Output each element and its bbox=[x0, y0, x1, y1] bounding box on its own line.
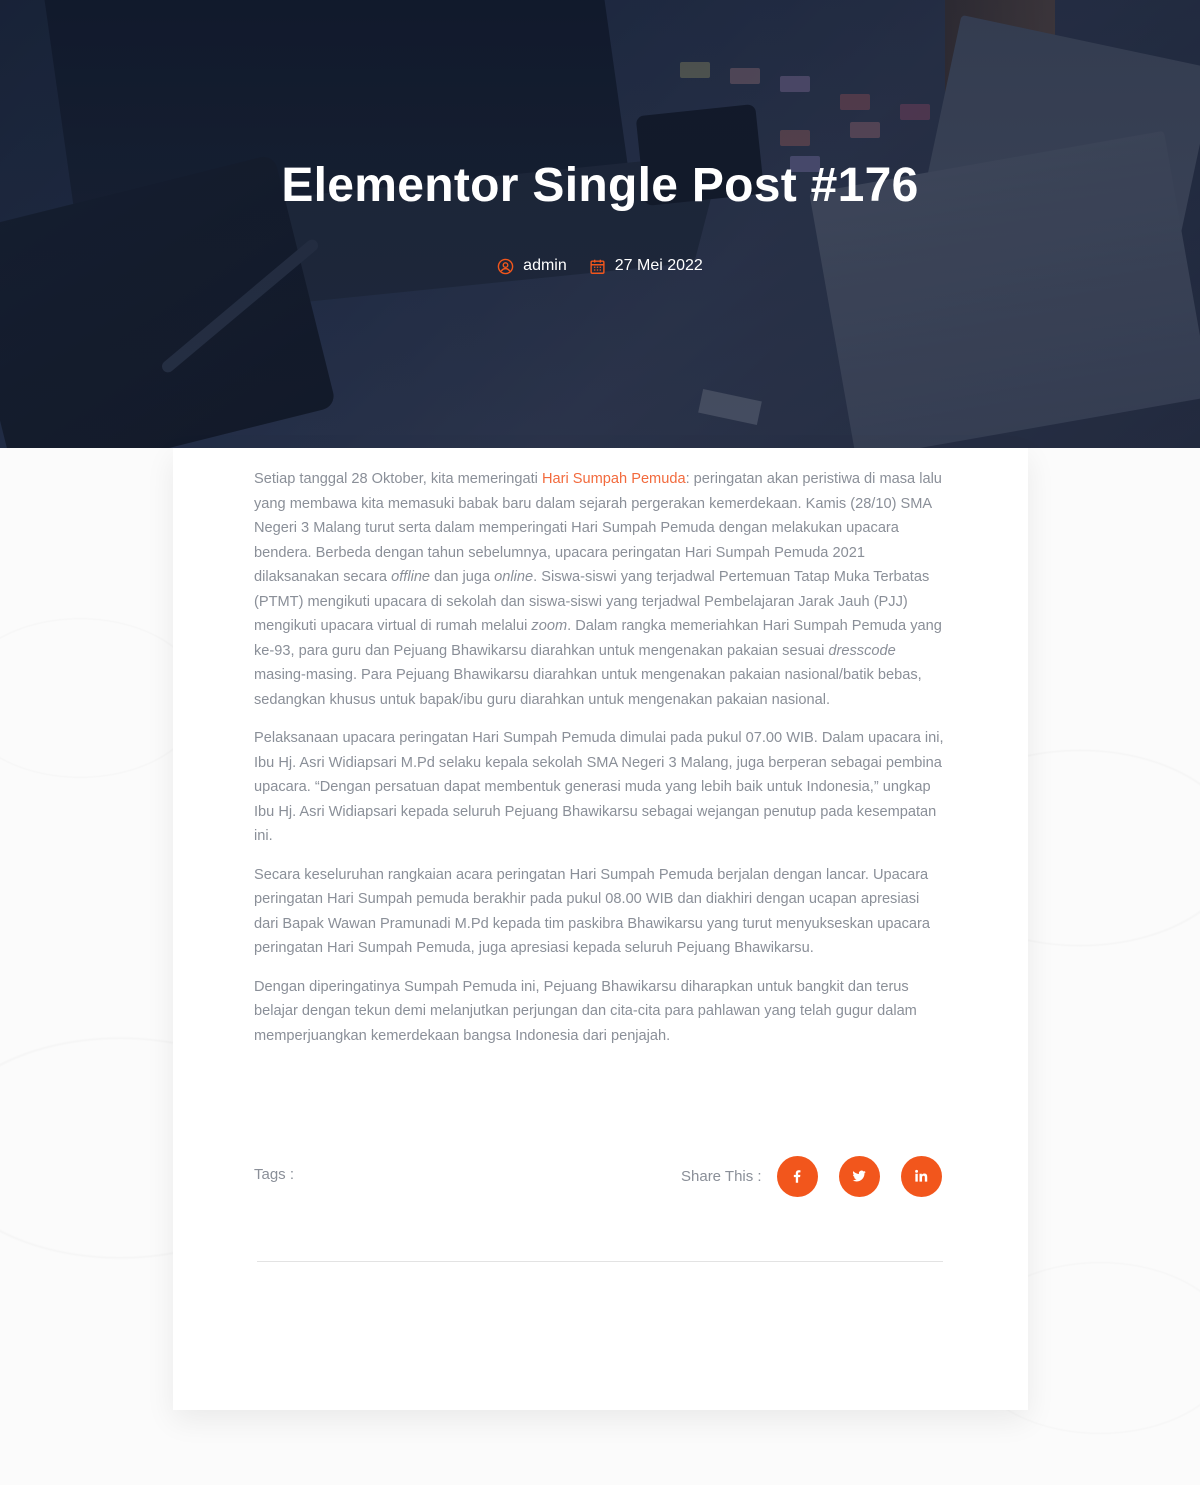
share-label: Share This : bbox=[681, 1167, 762, 1185]
twitter-icon bbox=[852, 1170, 866, 1182]
post-author[interactable]: admin bbox=[497, 257, 567, 275]
post-date-text: 27 Mei 2022 bbox=[614, 257, 703, 274]
facebook-icon bbox=[793, 1170, 801, 1183]
user-circle-icon bbox=[497, 258, 514, 275]
post-meta: admin 27 Mei 2022 bbox=[0, 257, 1200, 275]
share-bar: Share This : bbox=[681, 1155, 942, 1197]
post-title: Elementor Single Post #176 bbox=[281, 159, 919, 212]
share-facebook-button[interactable] bbox=[776, 1155, 818, 1197]
calendar-icon bbox=[589, 258, 606, 275]
post-body: Setiap tanggal 28 Oktober, kita memering… bbox=[254, 467, 944, 1062]
hero-overlay bbox=[0, 0, 1200, 448]
linkedin-icon bbox=[915, 1169, 928, 1182]
share-linkedin-button[interactable] bbox=[900, 1155, 942, 1197]
hero-banner: Elementor Single Post #176 admin 27 Mei bbox=[0, 0, 1200, 448]
paragraph-1: Setiap tanggal 28 Oktober, kita memering… bbox=[254, 471, 942, 708]
hari-sumpah-pemuda-link[interactable]: Hari Sumpah Pemuda bbox=[542, 471, 686, 487]
post-date: 27 Mei 2022 bbox=[589, 257, 703, 275]
content-divider bbox=[257, 1261, 943, 1262]
post-author-name[interactable]: admin bbox=[523, 257, 567, 275]
post-content-card: Setiap tanggal 28 Oktober, kita memering… bbox=[173, 448, 1028, 1410]
paragraph-2: Pelaksanaan upacara peringatan Hari Sump… bbox=[254, 730, 944, 844]
share-twitter-button[interactable] bbox=[838, 1155, 880, 1197]
paragraph-3: Secara keseluruhan rangkaian acara perin… bbox=[254, 866, 930, 957]
tags-label: Tags : bbox=[254, 1166, 295, 1183]
paragraph-4: Dengan diperingatinya Sumpah Pemuda ini,… bbox=[254, 978, 917, 1044]
